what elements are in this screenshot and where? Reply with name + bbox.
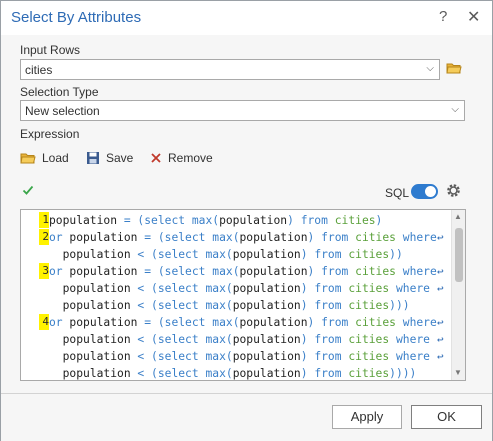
code-text: population < (select max(population) fro… <box>62 333 430 346</box>
sql-toggle[interactable] <box>411 184 438 199</box>
valid-checkmark-icon <box>22 183 34 201</box>
chevron-down-icon: ⌵ <box>451 104 459 115</box>
title-bar: Select By Attributes ? ✕ <box>1 1 492 35</box>
ok-button[interactable]: OK <box>411 405 482 429</box>
code-line[interactable]: population < (select max(population) fro… <box>21 246 441 263</box>
code-line[interactable]: population < (select max(population) fro… <box>21 280 444 297</box>
word-wrap-icon: ↩ <box>437 350 444 363</box>
code-line[interactable]: population < (select max(population) fro… <box>21 365 441 380</box>
code-text: population < (select max(population) fro… <box>62 367 417 380</box>
input-rows-value: cities <box>25 63 53 77</box>
word-wrap-icon: ↩ <box>437 333 444 346</box>
help-button[interactable]: ? <box>439 8 447 25</box>
editor-vertical-scrollbar[interactable]: ▲ ▼ <box>451 210 465 380</box>
folder-open-icon <box>20 153 36 163</box>
code-line[interactable]: 3 or population = (select max(population)… <box>21 263 444 280</box>
save-button[interactable]: Save <box>86 151 133 165</box>
code-line[interactable]: 2 or population = (select max(population)… <box>21 229 444 246</box>
remove-label: Remove <box>168 151 213 165</box>
code-text: or population = (select max(population) … <box>49 265 437 278</box>
code-line[interactable]: 4 or population = (select max(population)… <box>21 314 444 331</box>
line-number: 3 <box>39 263 49 279</box>
word-wrap-icon: ↩ <box>437 265 444 278</box>
code-text: or population = (select max(population) … <box>49 231 437 244</box>
code-text: population = (select max(population) fro… <box>49 214 383 227</box>
expression-label: Expression <box>20 127 80 141</box>
scroll-up-arrow-icon[interactable]: ▲ <box>454 212 462 221</box>
code-line[interactable]: population < (select max(population) fro… <box>21 297 441 314</box>
dialog-body: Input Rows cities ⌵ Selection Type New s… <box>1 35 492 441</box>
sql-toggle-label: SQL <box>385 186 410 200</box>
line-number: 1 <box>39 212 49 228</box>
footer-divider <box>1 393 492 394</box>
save-disk-icon <box>87 152 99 164</box>
remove-x-icon <box>151 153 161 163</box>
code-text: population < (select max(population) fro… <box>62 282 430 295</box>
word-wrap-icon: ↩ <box>437 231 444 244</box>
remove-button[interactable]: Remove <box>150 151 213 165</box>
browse-folder-icon[interactable] <box>446 61 462 80</box>
scroll-down-arrow-icon[interactable]: ▼ <box>454 368 462 377</box>
input-rows-label: Input Rows <box>20 43 81 57</box>
select-by-attributes-dialog: Select By Attributes ? ✕ Input Rows citi… <box>0 0 493 441</box>
apply-button[interactable]: Apply <box>332 405 402 429</box>
dialog-title: Select By Attributes <box>11 9 142 26</box>
code-text: population < (select max(population) fro… <box>62 350 430 363</box>
settings-gear-icon[interactable] <box>445 182 462 204</box>
selection-type-dropdown[interactable]: New selection ⌵ <box>20 100 465 121</box>
code-text: or population = (select max(population) … <box>49 316 437 329</box>
line-number: 4 <box>39 314 49 330</box>
code-line[interactable]: population < (select max(population) fro… <box>21 331 444 348</box>
load-label: Load <box>42 151 69 165</box>
line-number: 2 <box>39 229 49 245</box>
sql-expression-editor[interactable]: ▲ ▼ 1 population = (select max(population… <box>20 209 466 381</box>
word-wrap-icon: ↩ <box>437 316 444 329</box>
selection-type-label: Selection Type <box>20 85 99 99</box>
code-text: population < (select max(population) fro… <box>62 299 410 312</box>
selection-type-value: New selection <box>25 104 100 118</box>
toggle-knob <box>425 186 436 197</box>
word-wrap-icon: ↩ <box>437 282 444 295</box>
chevron-down-icon: ⌵ <box>426 63 434 74</box>
code-line[interactable]: 1 population = (select max(population) fr… <box>21 212 441 229</box>
scrollbar-thumb[interactable] <box>455 228 463 282</box>
code-text: population < (select max(population) fro… <box>62 248 403 261</box>
input-rows-dropdown[interactable]: cities ⌵ <box>20 59 440 80</box>
save-label: Save <box>106 151 134 165</box>
load-button[interactable]: Load <box>20 151 69 165</box>
code-line[interactable]: population < (select max(population) fro… <box>21 348 444 365</box>
close-button[interactable]: ✕ <box>467 7 480 27</box>
